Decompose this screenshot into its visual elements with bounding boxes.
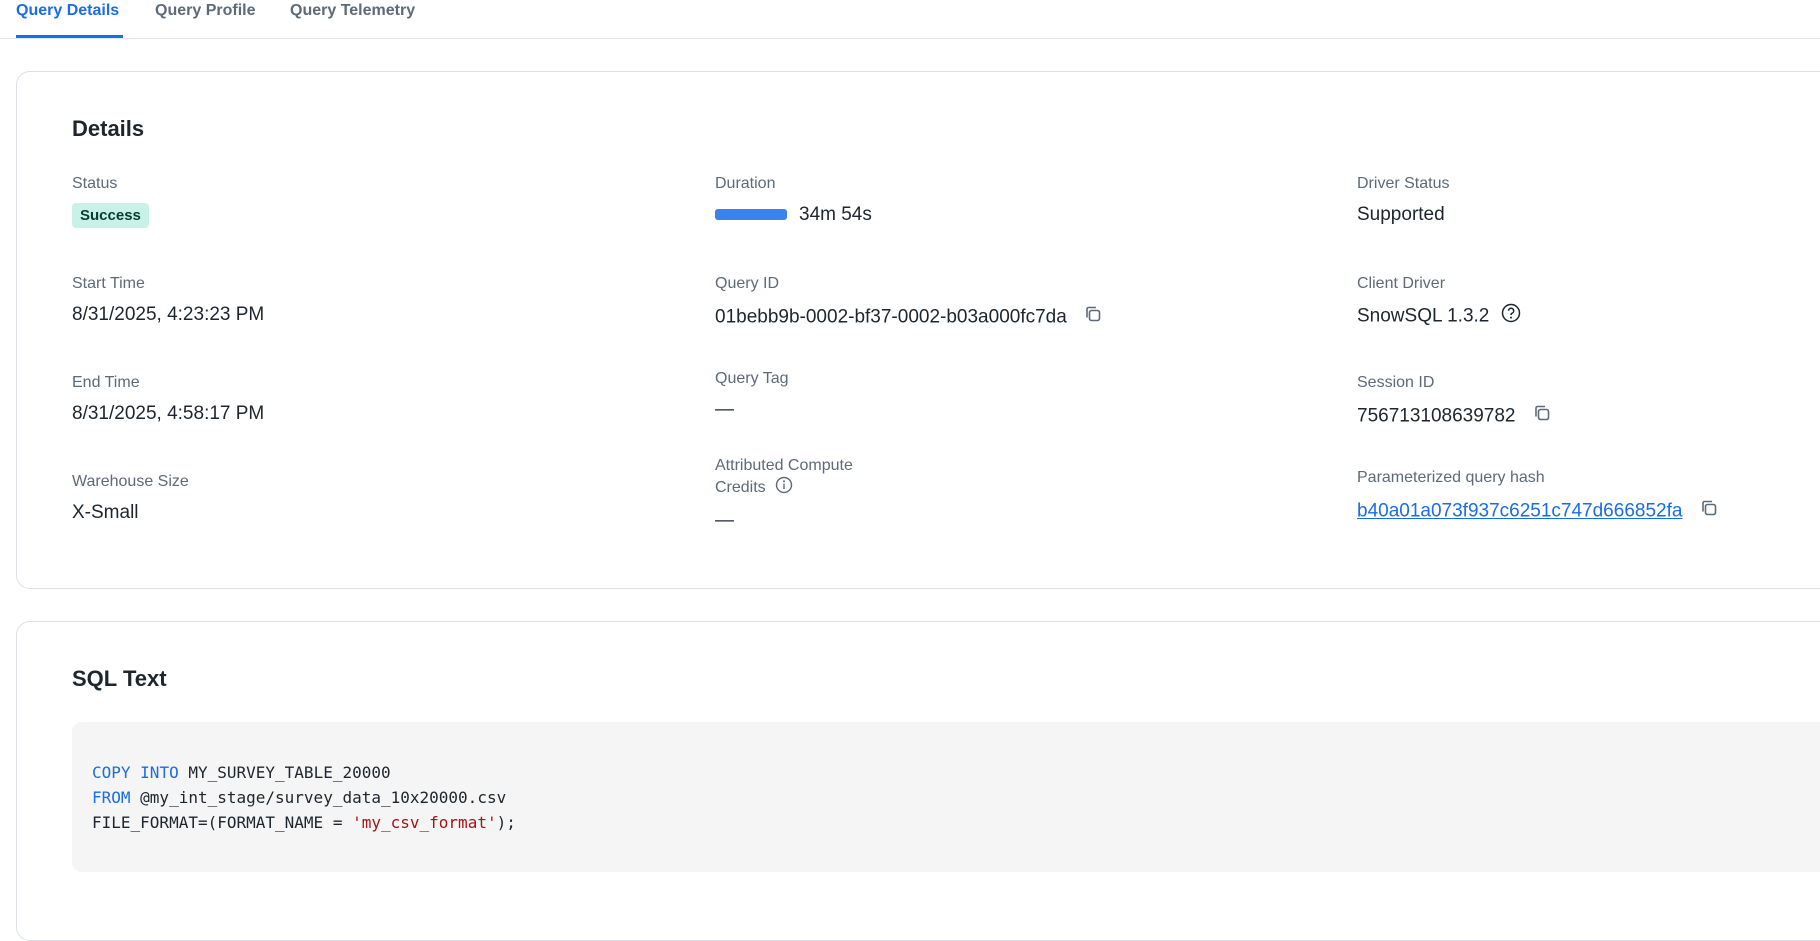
client-driver-field: Client Driver SnowSQL 1.3.2 bbox=[1357, 274, 1521, 330]
sql-string: 'my_csv_format' bbox=[352, 813, 497, 832]
sql-line-2: FROM @my_int_stage/survey_data_10x20000.… bbox=[92, 785, 516, 810]
details-title: Details bbox=[72, 116, 145, 141]
query-id-value: 01bebb9b-0002-bf37-0002-b03a000fc7da bbox=[715, 306, 1067, 328]
driver-status-value: Supported bbox=[1357, 204, 1445, 225]
client-driver-value: SnowSQL 1.3.2 bbox=[1357, 305, 1490, 327]
tab-bar: Query Details Query Profile Query Teleme… bbox=[0, 0, 1820, 39]
query-id-label: Query ID bbox=[715, 275, 780, 292]
copy-icon[interactable] bbox=[1700, 499, 1718, 524]
start-time-value: 8/31/2025, 4:23:23 PM bbox=[72, 304, 265, 325]
query-tag-field: Query Tag — bbox=[715, 369, 789, 422]
duration-bar-fill bbox=[715, 209, 787, 221]
driver-status-label: Driver Status bbox=[1357, 175, 1450, 192]
details-card: Details Status Success Start Time 8/31/2… bbox=[16, 71, 1820, 589]
sql-text: MY_SURVEY_TABLE_20000 bbox=[178, 763, 391, 782]
sql-line-1: COPY INTO MY_SURVEY_TABLE_20000 bbox=[92, 760, 516, 785]
warehouse-size-value: X-Small bbox=[72, 502, 139, 523]
warehouse-size-label: Warehouse Size bbox=[72, 473, 189, 490]
status-label: Status bbox=[72, 175, 118, 192]
warehouse-size-field: Warehouse Size X-Small bbox=[72, 472, 189, 525]
status-field: Status Success bbox=[72, 174, 149, 228]
session-id-field: Session ID 756713108639782 bbox=[1357, 373, 1551, 429]
driver-status-field: Driver Status Supported bbox=[1357, 174, 1449, 227]
start-time-label: Start Time bbox=[72, 275, 145, 292]
session-id-label: Session ID bbox=[1357, 374, 1435, 391]
duration-bar bbox=[715, 209, 787, 221]
sql-line-3: FILE_FORMAT=(FORMAT_NAME = 'my_csv_forma… bbox=[92, 810, 516, 835]
copy-icon[interactable] bbox=[1084, 305, 1102, 330]
query-tag-value: — bbox=[715, 399, 734, 420]
attributed-credits-field: Attributed Compute Credits — bbox=[715, 456, 853, 533]
sql-code: COPY INTO MY_SURVEY_TABLE_20000 FROM @my_… bbox=[92, 760, 516, 835]
sql-text-title: SQL Text bbox=[72, 666, 167, 691]
sql-keyword: INTO bbox=[140, 763, 179, 782]
tab-query-telemetry[interactable]: Query Telemetry bbox=[290, 0, 415, 38]
end-time-value: 8/31/2025, 4:58:17 PM bbox=[72, 403, 265, 424]
info-icon[interactable] bbox=[775, 476, 793, 500]
sql-text-card: SQL Text COPY INTO MY_SURVEY_TABLE_20000… bbox=[16, 621, 1820, 941]
end-time-field: End Time 8/31/2025, 4:58:17 PM bbox=[72, 373, 264, 426]
client-driver-label: Client Driver bbox=[1357, 275, 1446, 292]
attributed-credits-value: — bbox=[715, 510, 734, 531]
sql-text: @my_int_stage/survey_data_10x20000.csv bbox=[130, 788, 507, 807]
query-tag-label: Query Tag bbox=[715, 370, 789, 387]
sql-text: ); bbox=[496, 813, 516, 832]
attributed-credits-label-line2: Credits bbox=[715, 479, 766, 497]
copy-icon[interactable] bbox=[1533, 404, 1551, 429]
sql-text: FILE_FORMAT=(FORMAT_NAME = bbox=[92, 813, 353, 832]
query-id-field: Query ID 01bebb9b-0002-bf37-0002-b03a000… bbox=[715, 274, 1102, 330]
param-hash-link[interactable]: b40a01a073f937c6251c747d666852fa bbox=[1357, 501, 1682, 522]
tab-query-details[interactable]: Query Details bbox=[16, 0, 123, 38]
attributed-credits-label-line1: Attributed Compute bbox=[715, 457, 853, 474]
sql-keyword: COPY bbox=[92, 763, 131, 782]
help-icon[interactable] bbox=[1501, 303, 1521, 330]
sql-keyword: FROM bbox=[92, 788, 131, 807]
end-time-label: End Time bbox=[72, 374, 140, 391]
session-id-value: 756713108639782 bbox=[1357, 405, 1516, 427]
duration-label: Duration bbox=[715, 175, 776, 192]
tab-query-profile[interactable]: Query Profile bbox=[155, 0, 255, 38]
param-hash-label: Parameterized query hash bbox=[1357, 469, 1545, 486]
sql-code-block: COPY INTO MY_SURVEY_TABLE_20000 FROM @my_… bbox=[72, 722, 1820, 872]
param-hash-field: Parameterized query hash b40a01a073f937c… bbox=[1357, 468, 1718, 524]
duration-field: Duration 34m 54s bbox=[715, 174, 872, 227]
duration-value: 34m 54s bbox=[799, 204, 872, 225]
start-time-field: Start Time 8/31/2025, 4:23:23 PM bbox=[72, 274, 264, 327]
status-badge: Success bbox=[72, 203, 149, 228]
